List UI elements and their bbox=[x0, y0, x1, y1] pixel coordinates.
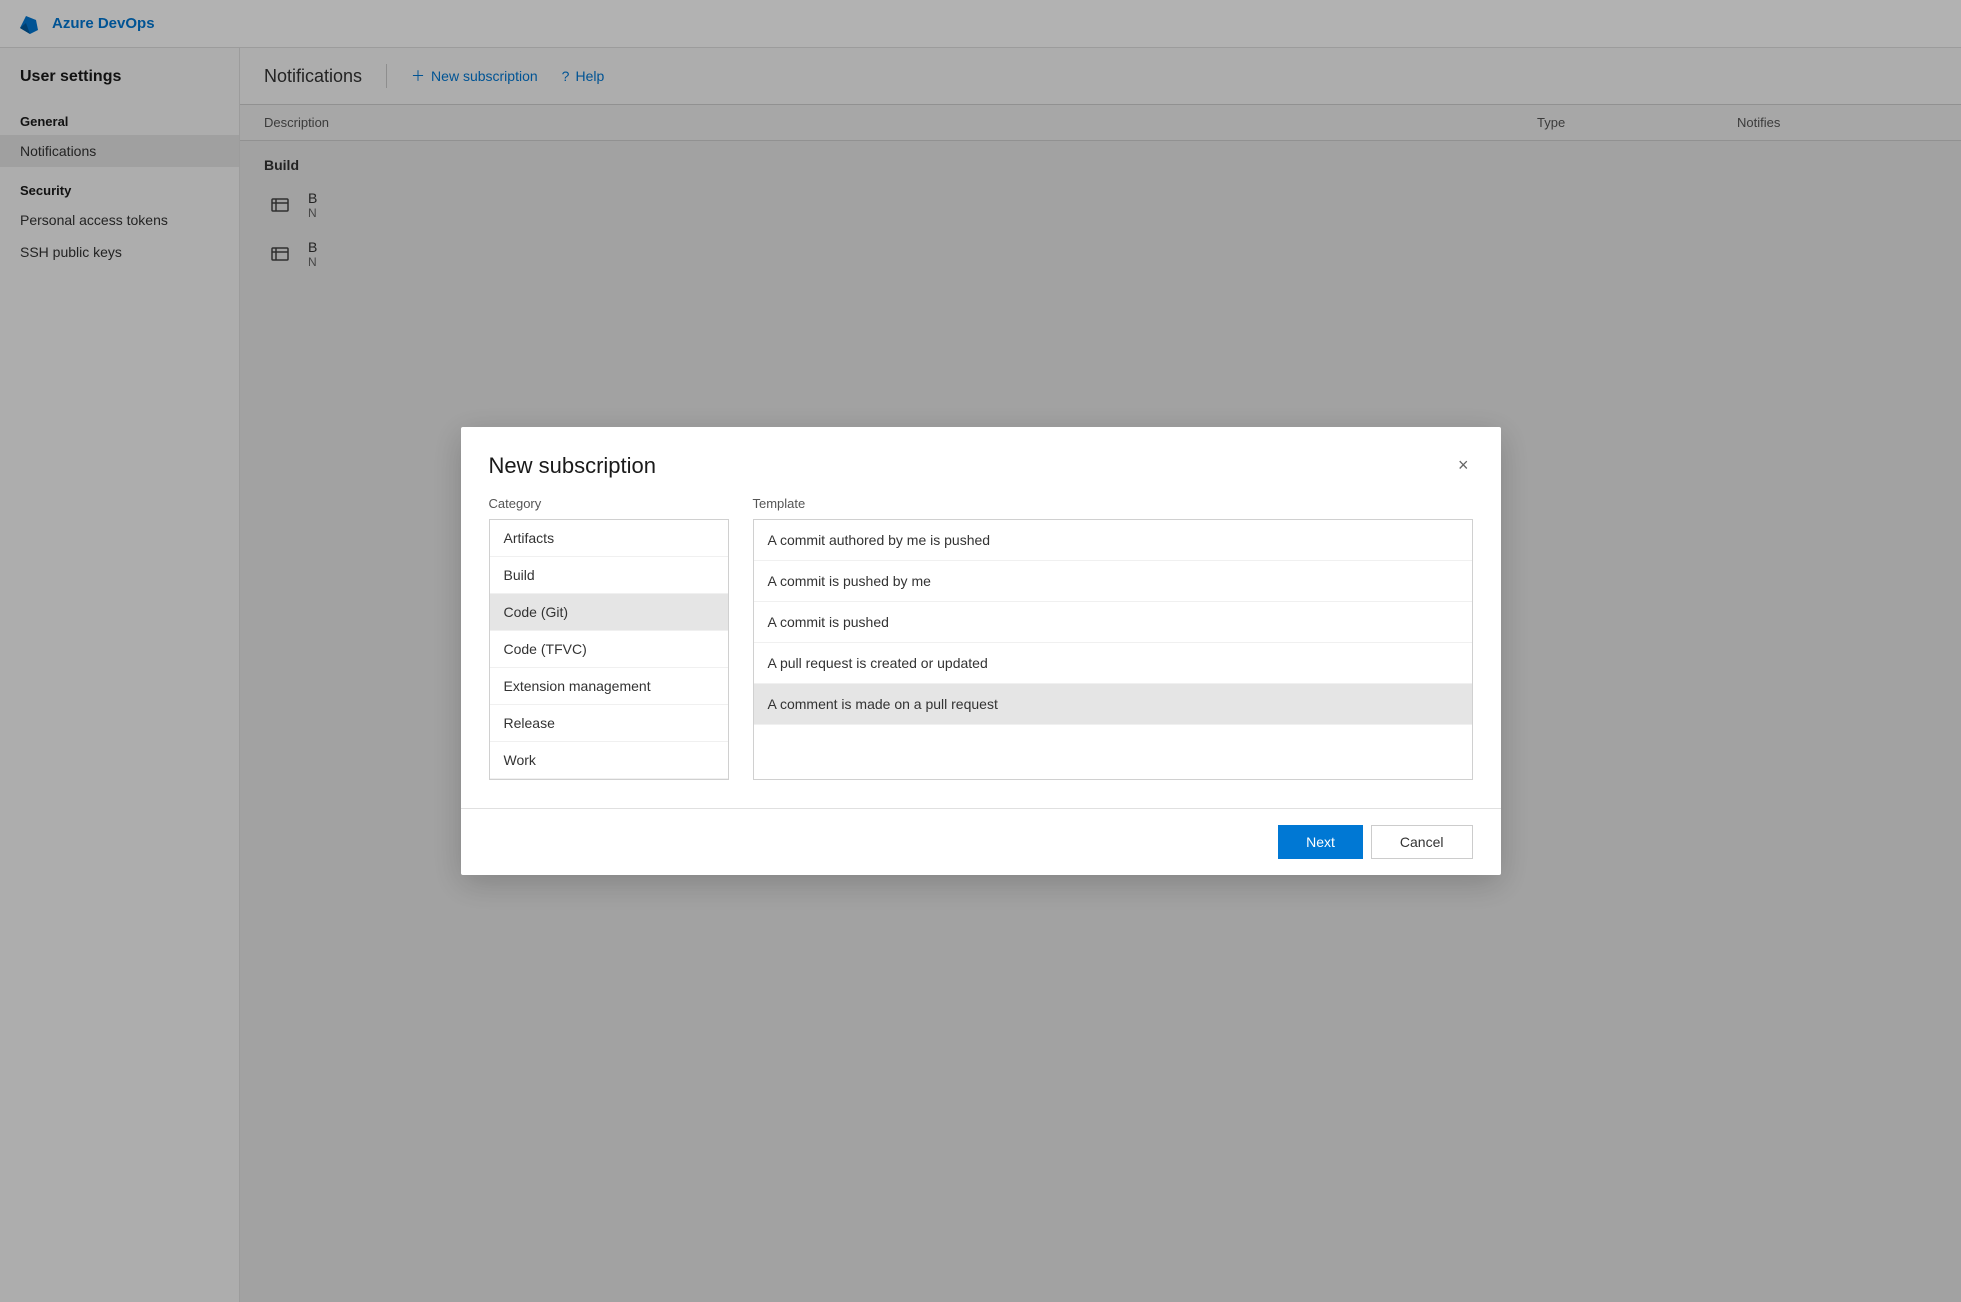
category-item-build[interactable]: Build bbox=[490, 557, 728, 594]
category-item-artifacts[interactable]: Artifacts bbox=[490, 520, 728, 557]
category-item-release[interactable]: Release bbox=[490, 705, 728, 742]
template-item-pull-request[interactable]: A pull request is created or updated bbox=[754, 643, 1472, 684]
dialog-body: Category Artifacts Build Code (Git) Code… bbox=[461, 496, 1501, 808]
dialog-close-button[interactable]: × bbox=[1454, 451, 1473, 480]
template-item-commit-pushed[interactable]: A commit is pushed bbox=[754, 602, 1472, 643]
category-section: Category Artifacts Build Code (Git) Code… bbox=[489, 496, 729, 780]
template-section: Template A commit authored by me is push… bbox=[753, 496, 1473, 780]
new-subscription-dialog: New subscription × Category Artifacts Bu… bbox=[461, 427, 1501, 875]
category-label: Category bbox=[489, 496, 729, 511]
category-item-code-git[interactable]: Code (Git) bbox=[490, 594, 728, 631]
template-item-comment-pr[interactable]: A comment is made on a pull request bbox=[754, 684, 1472, 725]
dialog-footer: Next Cancel bbox=[461, 808, 1501, 875]
cancel-button[interactable]: Cancel bbox=[1371, 825, 1473, 859]
dialog-overlay: New subscription × Category Artifacts Bu… bbox=[0, 0, 1961, 1302]
template-item-commit-authored[interactable]: A commit authored by me is pushed bbox=[754, 520, 1472, 561]
template-item-commit-pushed-by-me[interactable]: A commit is pushed by me bbox=[754, 561, 1472, 602]
category-item-code-tfvc[interactable]: Code (TFVC) bbox=[490, 631, 728, 668]
category-item-extension-management[interactable]: Extension management bbox=[490, 668, 728, 705]
category-item-work[interactable]: Work bbox=[490, 742, 728, 779]
template-list: A commit authored by me is pushed A comm… bbox=[753, 519, 1473, 780]
next-button[interactable]: Next bbox=[1278, 825, 1363, 859]
dialog-title: New subscription bbox=[489, 453, 657, 479]
dialog-header: New subscription × bbox=[461, 427, 1501, 496]
category-list: Artifacts Build Code (Git) Code (TFVC) E… bbox=[489, 519, 729, 780]
template-label: Template bbox=[753, 496, 1473, 511]
